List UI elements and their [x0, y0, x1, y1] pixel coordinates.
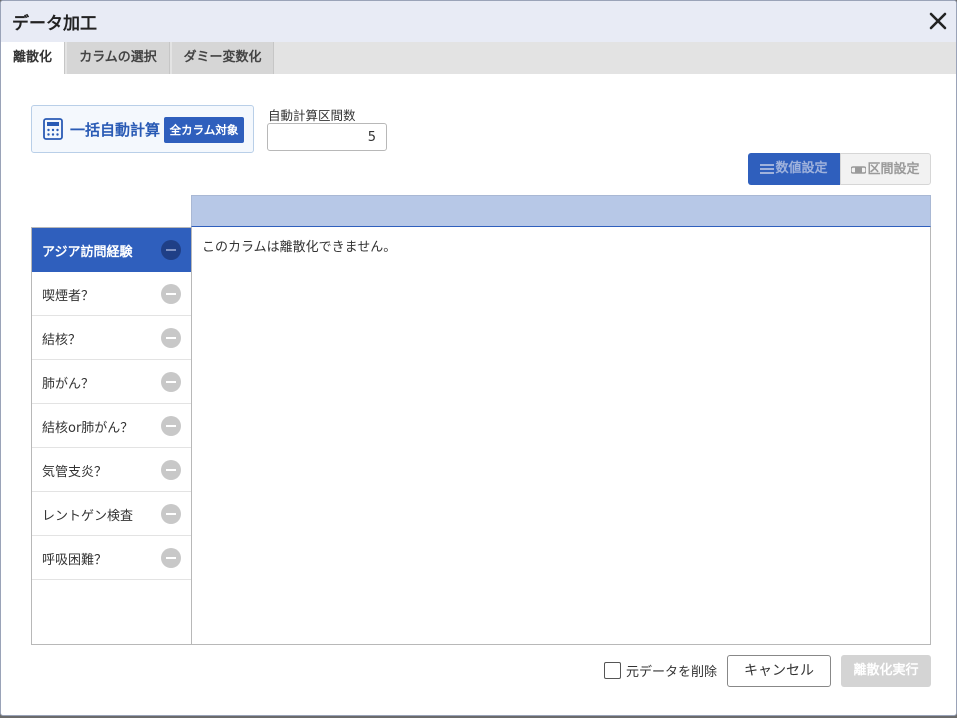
column-label: レントゲン検査 [42, 509, 134, 524]
list-icon [760, 163, 775, 174]
close-icon [929, 12, 947, 30]
remove-icon[interactable] [161, 504, 181, 524]
interval-setting-button[interactable]: 区間設定 [840, 153, 931, 185]
interval-setting-label: 区間設定 [867, 162, 920, 177]
column-label: アジア訪問経験 [42, 245, 133, 260]
column-item[interactable]: 呼吸困難？ [32, 536, 191, 580]
tab-dummy-variables[interactable]: ダミー変数化 [172, 42, 274, 74]
delete-original-label[interactable]: 元データを削除 [626, 661, 717, 680]
remove-icon[interactable] [161, 372, 181, 392]
column-label: 肺がん？ [42, 377, 95, 392]
column-label: 気管支炎？ [42, 465, 108, 480]
column-item[interactable]: 結核or肺がん？ [32, 404, 191, 448]
numeric-setting-label: 数値設定 [775, 161, 828, 176]
auto-calc-panel: 一括自動計算 全カラム対象 [31, 105, 254, 153]
dialog-titlebar: データ加工 [1, 1, 956, 42]
tab-discretize[interactable]: 離散化 [1, 42, 65, 74]
remove-icon[interactable] [161, 328, 181, 348]
data-processing-dialog: データ加工 離散化 カラムの選択 ダミー変数化 一括自動計算 全カラム対象 自動… [0, 0, 957, 716]
column-label: 喫煙者？ [42, 289, 95, 304]
interval-count-input[interactable] [267, 123, 387, 151]
remove-icon[interactable] [161, 548, 181, 568]
discretize-settings-panel: このカラムは離散化できません。 [191, 227, 931, 645]
calculator-icon [43, 118, 63, 140]
tab-column-selection[interactable]: カラムの選択 [67, 42, 170, 74]
remove-icon[interactable] [161, 460, 181, 480]
column-item[interactable]: レントゲン検査 [32, 492, 191, 536]
dialog-title: データ加工 [12, 14, 97, 34]
column-item[interactable]: アジア訪問経験 [32, 228, 191, 272]
remove-icon[interactable] [161, 240, 181, 260]
cancel-button[interactable]: キャンセル [727, 655, 831, 687]
delete-original-checkbox[interactable] [604, 662, 621, 679]
column-item[interactable]: 結核？ [32, 316, 191, 360]
numeric-setting-button[interactable]: 数値設定 [748, 153, 840, 185]
column-label: 呼吸困難？ [42, 553, 108, 568]
execute-discretize-button[interactable]: 離散化実行 [841, 655, 931, 687]
column-item[interactable]: 喫煙者？ [32, 272, 191, 316]
auto-calc-label[interactable]: 一括自動計算 [70, 119, 160, 140]
settings-header-band [191, 195, 931, 227]
close-button[interactable] [927, 10, 949, 32]
interval-count-label: 自動計算区間数 [268, 108, 356, 123]
range-icon [851, 165, 867, 174]
tab-bar: 離散化 カラムの選択 ダミー変数化 [1, 42, 956, 74]
remove-icon[interactable] [161, 284, 181, 304]
column-item[interactable]: 気管支炎？ [32, 448, 191, 492]
all-columns-button[interactable]: 全カラム対象 [164, 117, 244, 143]
column-label: 結核or肺がん？ [42, 421, 134, 436]
not-discretizable-message: このカラムは離散化できません。 [202, 240, 397, 255]
column-label: 結核？ [42, 333, 82, 348]
column-item[interactable]: 肺がん？ [32, 360, 191, 404]
remove-icon[interactable] [161, 416, 181, 436]
column-list: アジア訪問経験 喫煙者？ 結核？ 肺がん？ 結核or肺がん？ 気管支炎？ レント… [31, 227, 192, 645]
